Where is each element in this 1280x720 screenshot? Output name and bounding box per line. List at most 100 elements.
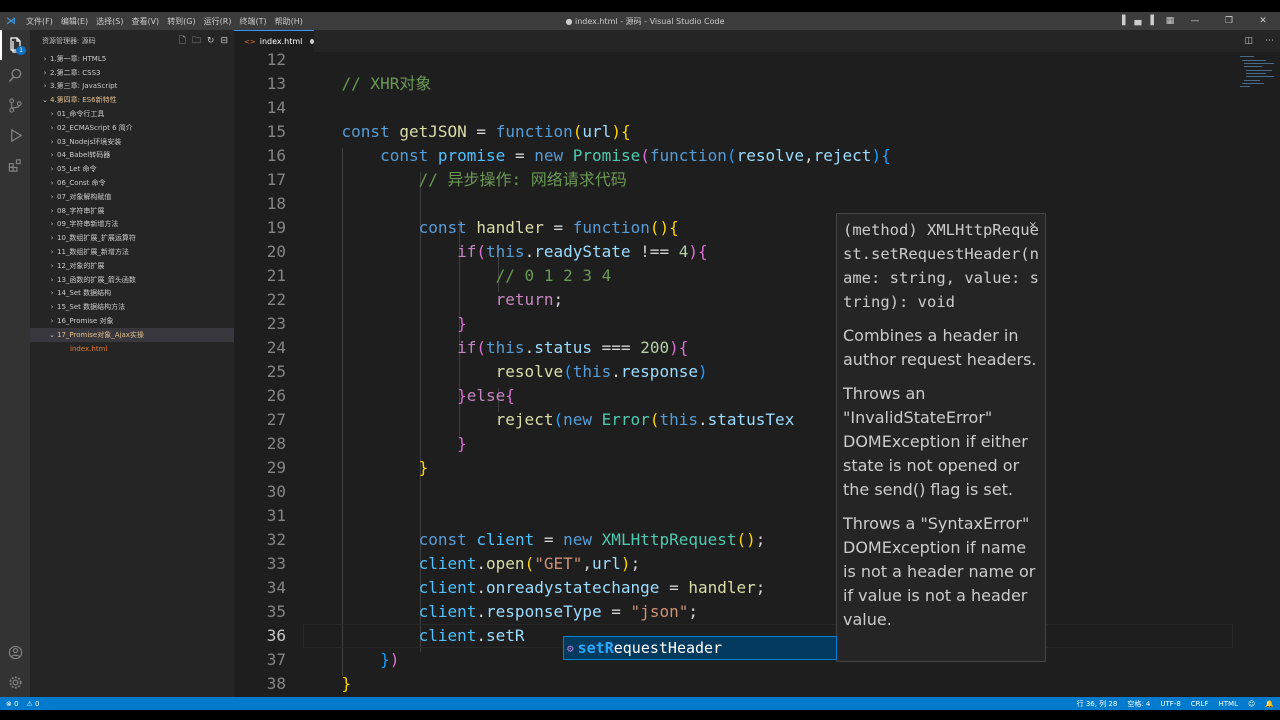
tree-folder-item[interactable]: › 14_Set 数据结构 <box>30 287 234 301</box>
tree-folder-item[interactable]: › 15_Set 数据结构方法 <box>30 300 234 314</box>
problems-errors[interactable]: ⊗ 0 <box>6 700 19 708</box>
menu-item[interactable]: 选择(S) <box>92 16 127 27</box>
code-text[interactable]: return; <box>303 288 563 312</box>
tree-folder-item[interactable]: › 2.第二章: CSS3 <box>30 66 234 80</box>
problems-warnings[interactable]: ⚠ 0 <box>27 700 40 708</box>
collapse-all-icon[interactable]: ⊟ <box>220 36 228 46</box>
tree-folder-item[interactable]: ⌄ 17_Promise对象_Ajax实操 <box>30 327 234 342</box>
tree-folder-item[interactable]: ⌄ 4.第四章: ES6新特性 <box>30 93 234 107</box>
customize-layout-icon[interactable]: ▦ <box>1162 16 1178 26</box>
tree-folder-item[interactable]: › 10_数组扩展_扩展运算符 <box>30 231 234 245</box>
code-text[interactable]: // XHR对象 <box>303 72 432 96</box>
tree-folder-item[interactable]: › 3.第三章: JavaScript <box>30 80 234 94</box>
activity-bar: 1 <box>0 30 30 697</box>
run-debug-icon[interactable] <box>0 120 30 150</box>
code-text[interactable]: client.open("GET",url); <box>303 552 641 576</box>
code-text[interactable]: // 异步操作: 网络请求代码 <box>303 168 627 192</box>
menu-item[interactable]: 帮助(H) <box>271 16 307 27</box>
code-text[interactable]: const client = new XMLHttpRequest(); <box>303 528 766 552</box>
window-controls: ▐ ▄ ▌ ▦ — ❐ ✕ <box>1114 12 1280 30</box>
code-text[interactable]: // 0 1 2 3 4 <box>303 264 612 288</box>
tree-folder-item[interactable]: › 03_Nodejs环境安装 <box>30 135 234 149</box>
minimap-line <box>1242 83 1264 84</box>
minimize-icon[interactable]: — <box>1178 16 1212 26</box>
code-text[interactable]: const promise = new Promise(function(res… <box>303 144 891 168</box>
tree-folder-item[interactable]: › 05_Let 命令 <box>30 162 234 176</box>
toggle-panel-icon[interactable]: ▄ <box>1130 16 1146 26</box>
code-text[interactable]: } <box>303 432 467 456</box>
menu-item[interactable]: 终端(T) <box>235 16 270 27</box>
code-text[interactable]: client.setR <box>303 624 525 648</box>
accounts-icon[interactable] <box>0 637 30 667</box>
code-text[interactable]: client.responseType = "json"; <box>303 600 698 624</box>
chevron-right-icon: › <box>50 303 54 312</box>
minimap[interactable] <box>1234 52 1280 697</box>
bottom-letterbox <box>0 710 1280 720</box>
feedback-icon[interactable]: ☺ <box>1248 700 1255 708</box>
suggestion-item[interactable]: ⚙ setR equestHeader <box>563 636 837 660</box>
code-line: 19 const handler = function(){ <box>234 216 1234 240</box>
search-icon[interactable] <box>0 60 30 90</box>
code-text[interactable]: } <box>303 456 429 480</box>
more-actions-icon[interactable]: ⋯ <box>1265 36 1274 46</box>
source-control-icon[interactable] <box>0 90 30 120</box>
manage-gear-icon[interactable] <box>0 667 30 697</box>
close-window-icon[interactable]: ✕ <box>1246 16 1280 26</box>
new-folder-icon[interactable]: 🗀 <box>192 33 201 49</box>
line-number: 36 <box>266 626 286 645</box>
menu-item[interactable]: 编辑(E) <box>57 16 92 27</box>
minimap-line <box>1244 66 1262 67</box>
tree-folder-item[interactable]: › 1.第一章: HTML5 <box>30 52 234 66</box>
code-text[interactable]: resolve(this.response) <box>303 360 708 384</box>
tree-folder-item[interactable]: › 06_Const 命令 <box>30 176 234 190</box>
menu-item[interactable]: 文件(F) <box>22 16 57 27</box>
code-text[interactable]: }) <box>303 648 399 672</box>
code-text[interactable]: } <box>303 672 352 696</box>
notifications-bell-icon[interactable]: 🔔 <box>1265 700 1274 708</box>
cursor-position[interactable]: 行 36, 列 28 <box>1077 699 1118 709</box>
explorer-icon[interactable]: 1 <box>0 30 30 60</box>
tree-folder-item[interactable]: › 08_字符串扩展 <box>30 204 234 218</box>
indentation[interactable]: 空格: 4 <box>1127 699 1150 709</box>
split-editor-icon[interactable]: ◫ <box>1244 36 1253 46</box>
chevron-down-icon: ⌄ <box>42 96 48 105</box>
tree-folder-item[interactable]: › 07_对象解构赋值 <box>30 190 234 204</box>
tab-index-html[interactable]: <> index.html <box>234 30 314 52</box>
code-text[interactable]: client.onreadystatechange = handler; <box>303 576 766 600</box>
code-text[interactable]: if(this.readyState !== 4){ <box>303 240 708 264</box>
code-text[interactable]: const handler = function(){ <box>303 216 679 240</box>
refresh-icon[interactable]: ↻ <box>207 36 215 46</box>
code-text[interactable]: reject(new Error(this.statusTex <box>303 408 795 432</box>
tree-folder-item[interactable]: › 11_数组扩展_新增方法 <box>30 245 234 259</box>
chevron-right-icon: › <box>50 137 54 146</box>
toggle-sidebar-icon[interactable]: ▐ <box>1114 16 1130 26</box>
tree-folder-item[interactable]: › 13_函数的扩展_箭头函数 <box>30 273 234 287</box>
minimap-line <box>1244 80 1260 81</box>
tree-file-item[interactable]: index.html <box>30 342 234 356</box>
code-text[interactable]: const getJSON = function(url){ <box>303 120 631 144</box>
menu-item[interactable]: 转到(G) <box>163 16 199 27</box>
minimap-line <box>1246 76 1274 77</box>
code-text[interactable]: if(this.status === 200){ <box>303 336 688 360</box>
unsaved-dot-icon[interactable] <box>310 39 314 44</box>
code-text[interactable]: }else{ <box>303 384 515 408</box>
restore-icon[interactable]: ❐ <box>1212 16 1246 26</box>
menu-item[interactable]: 运行(R) <box>200 16 236 27</box>
code-editor[interactable]: 12 13 // XHR对象 14 15 const getJSON = functi… <box>234 52 1234 697</box>
code-text[interactable]: } <box>303 312 467 336</box>
magnifier-icon <box>8 68 21 82</box>
tree-folder-item[interactable]: › 01_命令行工具 <box>30 107 234 121</box>
tree-folder-item[interactable]: › 09_字符串新增方法 <box>30 218 234 232</box>
tree-folder-item[interactable]: › 02_ECMAScript 6 简介 <box>30 121 234 135</box>
extensions-icon[interactable] <box>0 150 30 180</box>
tree-folder-item[interactable]: › 16_Promise 对象 <box>30 314 234 328</box>
toggle-secondary-sidebar-icon[interactable]: ▌ <box>1146 16 1162 26</box>
language-mode[interactable]: HTML <box>1218 700 1237 708</box>
new-file-icon[interactable]: 🗋 <box>179 33 186 49</box>
tree-folder-item[interactable]: › 04_Babel转码器 <box>30 149 234 163</box>
close-hover-icon[interactable]: × <box>1029 214 1037 238</box>
menu-item[interactable]: 查看(V) <box>127 16 163 27</box>
tree-folder-item[interactable]: › 12_对象的扩展 <box>30 259 234 273</box>
end-of-line[interactable]: CRLF <box>1191 700 1209 708</box>
encoding[interactable]: UTF-8 <box>1160 700 1180 708</box>
